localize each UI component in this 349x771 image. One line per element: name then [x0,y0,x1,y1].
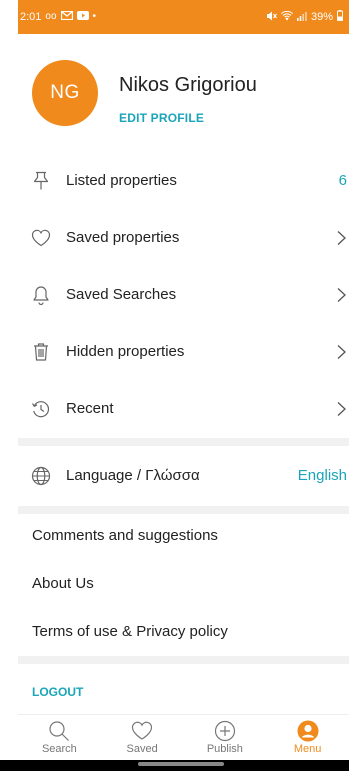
chevron-right-icon [335,287,347,303]
profile-name: Nikos Grigoriou [119,74,257,96]
section-divider [18,506,349,514]
app-screen: 2:01 ᴏᴏ • 39% NG Nikos Grigoriou EDIT PR… [18,0,349,771]
terms-privacy-link[interactable]: Terms of use & Privacy policy [32,623,228,640]
tab-saved-label: Saved [126,743,158,755]
tab-publish-label: Publish [206,743,243,755]
logout-button[interactable]: LOGOUT [32,685,83,699]
menu-item-language[interactable]: Language / Γλώσσα English [18,447,349,504]
menu-item-saved-searches[interactable]: Saved Searches [18,266,349,323]
menu-item-recent[interactable]: Recent [18,380,349,437]
avatar[interactable]: NG [32,60,98,126]
dot-icon: • [92,11,97,22]
chevron-right-icon [335,344,347,360]
signal-icon [296,11,307,24]
comments-link[interactable]: Comments and suggestions [32,527,218,544]
saved-properties-label: Saved properties [66,229,180,246]
recent-label: Recent [66,400,114,417]
language-value[interactable]: English [298,467,347,484]
bottom-nav: Search Saved Publish Menu [18,714,349,760]
bell-icon [30,284,52,306]
chevron-right-icon [335,401,347,417]
edit-profile-link[interactable]: EDIT PROFILE [119,111,204,125]
tab-search-label: Search [41,743,77,755]
battery-icon [337,10,343,24]
mute-icon [266,11,277,24]
voicemail-icon: ᴏᴏ [45,11,57,22]
system-nav-bar [0,760,349,771]
listed-properties-label: Listed properties [66,172,177,189]
heart-icon [30,227,52,249]
status-bar: 2:01 ᴏᴏ • 39% [18,0,349,34]
profile-header: NG Nikos Grigoriou EDIT PROFILE [18,34,349,154]
wifi-icon [280,10,294,24]
saved-searches-label: Saved Searches [66,286,177,303]
user-icon [297,720,319,742]
tab-search[interactable]: Search [18,715,101,760]
menu-item-saved-properties[interactable]: Saved properties [18,209,349,266]
globe-icon [30,465,52,487]
chevron-right-icon [335,230,347,246]
gmail-icon [60,10,73,23]
hidden-properties-label: Hidden properties [66,343,185,360]
search-icon [48,720,70,742]
section-divider [18,438,349,446]
battery-percent: 39% [310,11,333,23]
trash-icon [30,341,52,363]
status-time: 2:01 [20,11,42,23]
tab-publish[interactable]: Publish [184,715,267,760]
pushpin-icon [30,170,52,192]
about-us-link[interactable]: About Us [32,575,94,592]
language-label: Language / Γλώσσα [66,467,200,484]
menu-item-listed-properties[interactable]: Listed properties 6 [18,152,349,209]
home-gesture-pill[interactable] [138,762,224,766]
history-icon [30,398,52,420]
tab-menu[interactable]: Menu [266,715,349,760]
section-divider [18,656,349,664]
tab-saved[interactable]: Saved [101,715,184,760]
menu-item-hidden-properties[interactable]: Hidden properties [18,323,349,380]
plus-circle-icon [214,720,236,742]
tab-menu-label: Menu [293,743,322,755]
youtube-icon [76,11,89,23]
listed-properties-count: 6 [338,172,347,189]
avatar-initials: NG [50,82,80,103]
heart-icon [131,720,153,742]
